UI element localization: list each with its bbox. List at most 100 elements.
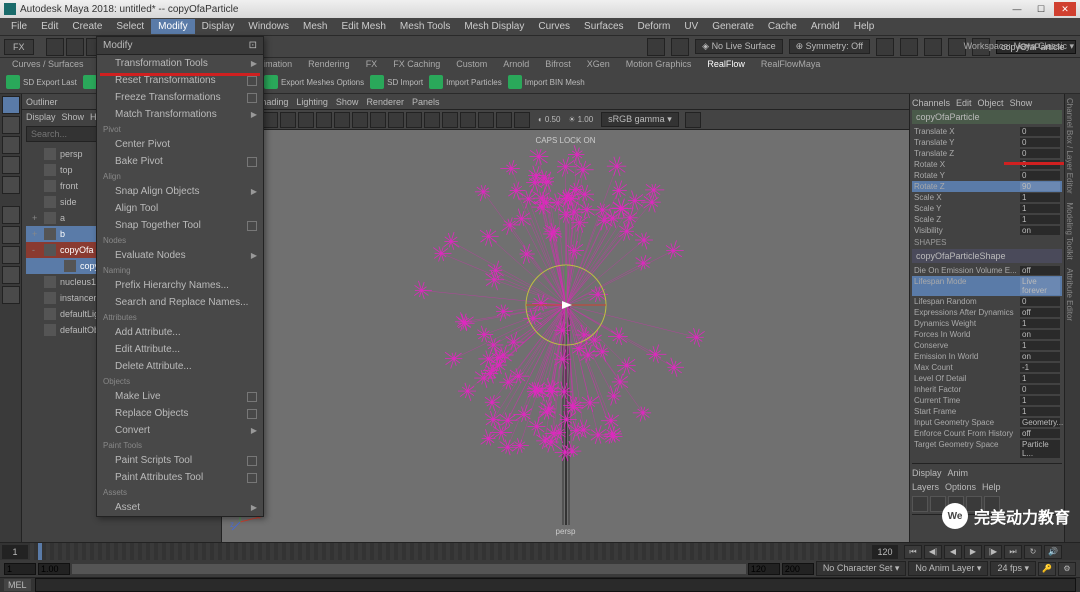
play-back-button[interactable]: ◀: [944, 545, 962, 559]
channel-attr[interactable]: Translate Z0: [912, 148, 1062, 159]
render-icon[interactable]: [876, 38, 894, 56]
menu-item-make-live[interactable]: Make Live: [97, 388, 263, 405]
menu-item-delete-attribute-[interactable]: Delete Attribute...: [97, 358, 263, 375]
vp-icon[interactable]: [478, 112, 494, 128]
shelf-tab[interactable]: Motion Graphics: [620, 58, 698, 72]
vp-icon[interactable]: [388, 112, 404, 128]
vp-menu[interactable]: Renderer: [366, 97, 404, 107]
channel-attr[interactable]: Lifespan Random0: [912, 296, 1062, 307]
close-button[interactable]: ✕: [1054, 2, 1076, 16]
menu-deform[interactable]: Deform: [631, 19, 678, 34]
menu-item-snap-together-tool[interactable]: Snap Together Tool: [97, 217, 263, 234]
menu-file[interactable]: File: [4, 19, 34, 34]
render-icon[interactable]: [671, 38, 689, 56]
shelf-button[interactable]: SD Import: [370, 75, 423, 89]
shelf-tab[interactable]: Arnold: [497, 58, 535, 72]
shelf-button[interactable]: Import Particles: [429, 75, 502, 89]
channel-attr[interactable]: Emission In Worldon: [912, 351, 1062, 362]
cb-tab-channels[interactable]: Channels: [912, 98, 950, 108]
channel-attr[interactable]: Rotate Y0: [912, 170, 1062, 181]
loop-button[interactable]: ↻: [1024, 545, 1042, 559]
viewport-canvas[interactable]: CAPS LOCK ON persp xyz: [222, 130, 909, 542]
vp-icon[interactable]: [460, 112, 476, 128]
menu-edit-mesh[interactable]: Edit Mesh: [334, 19, 392, 34]
outliner-menu-display[interactable]: Display: [26, 112, 56, 122]
menu-item-snap-align-objects[interactable]: Snap Align Objects▶: [97, 183, 263, 200]
channel-attr[interactable]: Visibilityon: [912, 225, 1062, 236]
vp-icon[interactable]: [406, 112, 422, 128]
layout-icon[interactable]: [2, 206, 20, 224]
shelf-tab[interactable]: XGen: [581, 58, 616, 72]
menu-item-freeze-transformations[interactable]: Freeze Transformations: [97, 89, 263, 106]
toolbar-icon[interactable]: [46, 38, 64, 56]
shelf-tab[interactable]: FX: [360, 58, 384, 72]
menu-item-convert[interactable]: Convert▶: [97, 422, 263, 439]
menu-item-align-tool[interactable]: Align Tool: [97, 200, 263, 217]
move-tool-icon[interactable]: [2, 136, 20, 154]
script-mode[interactable]: MEL: [4, 579, 31, 591]
channel-attr[interactable]: Scale Y1: [912, 203, 1062, 214]
menu-item-add-attribute-[interactable]: Add Attribute...: [97, 324, 263, 341]
render-icon[interactable]: [924, 38, 942, 56]
render-icon[interactable]: [647, 38, 665, 56]
channel-attr[interactable]: Die On Emission Volume E...off: [912, 265, 1062, 276]
menu-help[interactable]: Help: [847, 19, 882, 34]
shape-name-field[interactable]: copyOfaParticleShape: [912, 249, 1062, 263]
menu-item-paint-scripts-tool[interactable]: Paint Scripts Tool: [97, 452, 263, 469]
channel-attr[interactable]: Scale Z1: [912, 214, 1062, 225]
vp-icon[interactable]: [262, 112, 278, 128]
colorspace-select[interactable]: sRGB gamma ▾: [601, 112, 679, 127]
menu-modify[interactable]: Modify: [151, 19, 194, 34]
channel-attr[interactable]: Input Geometry SpaceGeometry...: [912, 417, 1062, 428]
menu-item-center-pivot[interactable]: Center Pivot: [97, 136, 263, 153]
maximize-button[interactable]: ☐: [1030, 2, 1052, 16]
play-button[interactable]: ▶: [964, 545, 982, 559]
menu-cache[interactable]: Cache: [761, 19, 804, 34]
menu-item-prefix-hierarchy-names-[interactable]: Prefix Hierarchy Names...: [97, 277, 263, 294]
shelf-tab[interactable]: Rendering: [302, 58, 356, 72]
vp-icon[interactable]: [316, 112, 332, 128]
vp-icon[interactable]: [514, 112, 530, 128]
menu-item-bake-pivot[interactable]: Bake Pivot: [97, 153, 263, 170]
select-tool-icon[interactable]: [2, 96, 20, 114]
channel-attr[interactable]: Start Frame1: [912, 406, 1062, 417]
shelf-tab[interactable]: RealFlow: [701, 58, 751, 72]
menu-select[interactable]: Select: [109, 19, 151, 34]
menu-generate[interactable]: Generate: [705, 19, 761, 34]
tear-off-icon[interactable]: ⊡: [249, 40, 257, 51]
channel-attr[interactable]: Lifespan ModeLive forever: [912, 276, 1062, 296]
render-icon[interactable]: [900, 38, 918, 56]
menu-edit[interactable]: Edit: [34, 19, 65, 34]
layers-menu[interactable]: Options: [945, 482, 976, 492]
vp-icon[interactable]: [298, 112, 314, 128]
menu-item-paint-attributes-tool[interactable]: Paint Attributes Tool: [97, 469, 263, 486]
vp-icon[interactable]: [685, 112, 701, 128]
workspace-selector[interactable]: Workspace: Maya Classic ▾: [964, 41, 1074, 52]
vp-menu[interactable]: Panels: [412, 97, 440, 107]
channel-attr[interactable]: Forces In Worldon: [912, 329, 1062, 340]
scale-tool-icon[interactable]: [2, 176, 20, 194]
channel-attr[interactable]: Translate Y0: [912, 137, 1062, 148]
channel-attr[interactable]: Translate X0: [912, 126, 1062, 137]
menu-curves[interactable]: Curves: [531, 19, 577, 34]
end-button[interactable]: ⏭: [1004, 545, 1022, 559]
layer-icon[interactable]: [912, 496, 928, 512]
vp-icon[interactable]: [442, 112, 458, 128]
menu-item-asset[interactable]: Asset▶: [97, 499, 263, 516]
channel-attr[interactable]: Inherit Factor0: [912, 384, 1062, 395]
layout-icon[interactable]: [2, 266, 20, 284]
vp-menu[interactable]: Show: [336, 97, 359, 107]
layout-icon[interactable]: [2, 286, 20, 304]
channel-attr[interactable]: Dynamics Weight1: [912, 318, 1062, 329]
vp-icon[interactable]: [280, 112, 296, 128]
menu-item-search-and-replace-names-[interactable]: Search and Replace Names...: [97, 294, 263, 311]
vp-icon[interactable]: [370, 112, 386, 128]
layout-icon[interactable]: [2, 226, 20, 244]
audio-button[interactable]: 🔊: [1044, 545, 1062, 559]
layers-tab-display[interactable]: Display: [912, 468, 942, 478]
toolbar-icon[interactable]: [66, 38, 84, 56]
rotate-tool-icon[interactable]: [2, 156, 20, 174]
menu-item-evaluate-nodes[interactable]: Evaluate Nodes▶: [97, 247, 263, 264]
shelf-button[interactable]: SD Export Last: [6, 75, 77, 89]
shelf-tab[interactable]: Curves / Surfaces: [6, 58, 90, 72]
